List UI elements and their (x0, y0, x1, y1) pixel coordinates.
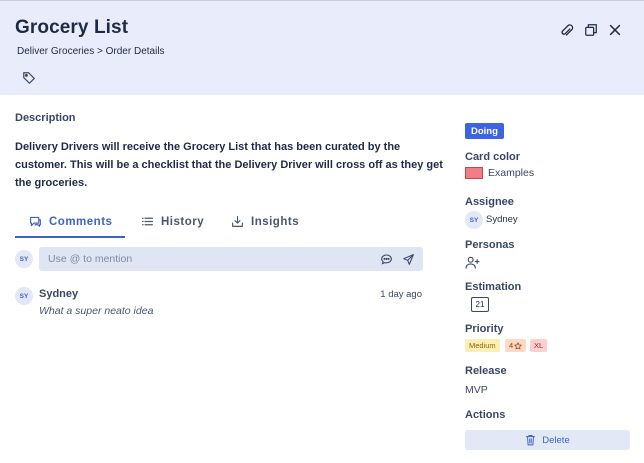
duplicate-icon[interactable] (582, 21, 600, 39)
tab-history-label: History (161, 215, 205, 228)
star-icon (514, 341, 522, 349)
actions-label: Actions (465, 409, 506, 421)
trash-icon (526, 435, 536, 446)
priority-label: Priority (465, 323, 504, 335)
comment-author: Sydney (39, 288, 79, 300)
list-icon (142, 217, 153, 226)
tab-insights[interactable]: Insights (231, 205, 299, 238)
avatar: SY (15, 287, 33, 305)
assignee-name[interactable]: Sydney (486, 214, 518, 225)
personas-label: Personas (465, 239, 515, 251)
activity-tabs: Comments History Insights (15, 205, 435, 238)
avatar: SY (15, 250, 33, 268)
send-icon[interactable] (401, 252, 415, 266)
estimation-value[interactable]: 21 (471, 297, 489, 312)
card-color-label: Card color (465, 151, 521, 163)
priority-size-chip[interactable]: XL (530, 339, 548, 352)
priority-points-value: 4 (509, 341, 514, 350)
active-tab-underline (15, 236, 125, 238)
emoji-comment-icon[interactable] (379, 252, 393, 266)
release-value[interactable]: MVP (465, 384, 488, 396)
color-swatch[interactable] (465, 167, 483, 179)
add-persona-icon[interactable] (465, 256, 481, 270)
tab-insights-label: Insights (251, 215, 300, 228)
delete-label: Delete (542, 434, 570, 446)
description-text[interactable]: Delivery Drivers will receive the Grocer… (15, 138, 455, 192)
avatar[interactable]: SY (465, 211, 483, 229)
download-tray-icon (232, 216, 243, 227)
tab-comments-label: Comments (49, 215, 113, 228)
tab-comments[interactable]: Comments (29, 205, 112, 238)
estimation-label: Estimation (465, 281, 522, 293)
status-badge[interactable]: Doing (465, 123, 504, 139)
comment-body: What a super neato idea (39, 305, 154, 317)
priority-points-chip[interactable]: 4 (505, 339, 527, 352)
comment-icon (30, 216, 41, 227)
card-header: Grocery List Deliver Groceries > Order D… (0, 0, 644, 95)
assignee-label: Assignee (465, 196, 514, 208)
release-label: Release (465, 365, 507, 377)
card-title[interactable]: Grocery List (15, 17, 128, 39)
description-label: Description (15, 112, 76, 124)
tag-icon[interactable] (20, 69, 38, 87)
comment-time: 1 day ago (380, 289, 422, 300)
comment-input[interactable] (48, 247, 348, 271)
card-color-value[interactable]: Examples (488, 167, 534, 179)
breadcrumb[interactable]: Deliver Groceries > Order Details (17, 46, 165, 57)
tab-history[interactable]: History (141, 205, 204, 238)
attachment-icon[interactable] (557, 21, 575, 39)
comment-box (39, 247, 423, 271)
close-icon[interactable] (606, 21, 624, 39)
priority-level-chip[interactable]: Medium (465, 339, 500, 352)
delete-button[interactable]: Delete (465, 430, 630, 450)
